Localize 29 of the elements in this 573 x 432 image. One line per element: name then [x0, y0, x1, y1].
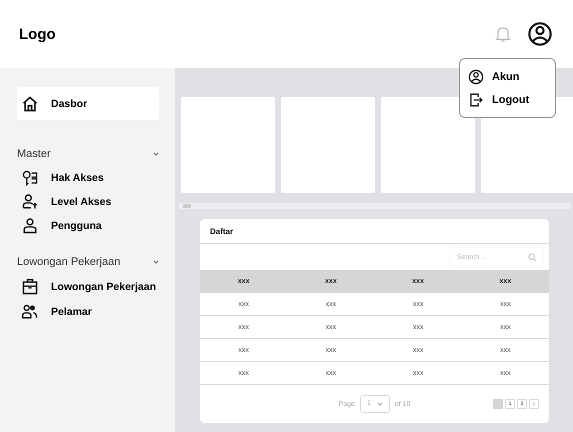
- user-icon: [21, 217, 39, 235]
- sidebar-item[interactable]: Pelamar: [17, 299, 159, 324]
- section-title: Lowongan Pekerjaan: [17, 256, 120, 268]
- next-page-button[interactable]: [529, 399, 539, 409]
- bell-icon[interactable]: [495, 25, 511, 43]
- chevron-icon: [376, 400, 383, 408]
- sidebar-item[interactable]: Lowongan Pekerjaan: [17, 274, 159, 299]
- key-icon: [21, 169, 39, 187]
- briefcase-icon: [21, 278, 39, 296]
- user-arrow-icon: [21, 193, 39, 211]
- menu-item[interactable]: Akun: [468, 65, 547, 88]
- house-icon: [21, 94, 39, 112]
- sidebar-item[interactable]: Pengguna: [17, 214, 159, 238]
- users-icon: [21, 302, 39, 320]
- sidebar-item[interactable]: Dasbor: [17, 87, 159, 120]
- logout-icon: [468, 92, 484, 108]
- chevron-icon[interactable]: [153, 151, 159, 157]
- scrollbar[interactable]: [179, 203, 571, 209]
- search-icon: [528, 252, 537, 262]
- account-icon: [468, 68, 484, 84]
- avatar-icon[interactable]: [527, 21, 553, 47]
- chevron-icon[interactable]: [153, 259, 159, 265]
- logo: Logo: [19, 26, 57, 42]
- previous-page-button[interactable]: [493, 399, 503, 409]
- sidebar-item[interactable]: Level Akses: [17, 190, 159, 214]
- menu-item[interactable]: Logout: [468, 88, 547, 111]
- card-title: Daftar: [200, 219, 549, 244]
- sidebar-item[interactable]: Hak Akses: [17, 166, 159, 190]
- section-title: Master: [17, 148, 51, 160]
